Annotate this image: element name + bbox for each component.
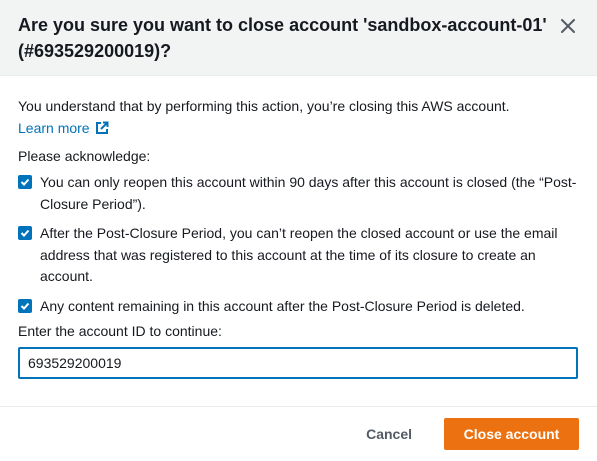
account-id-label: Enter the account ID to continue: xyxy=(18,323,222,339)
cancel-button[interactable]: Cancel xyxy=(346,426,432,442)
account-id-input[interactable] xyxy=(18,347,578,379)
close-icon xyxy=(561,19,575,33)
learn-more-label: Learn more xyxy=(18,120,90,136)
learn-more-link[interactable]: Learn more xyxy=(18,118,109,138)
close-account-modal: Are you sure you want to close account '… xyxy=(0,0,597,461)
acknowledgement-item: You can only reopen this account within … xyxy=(18,172,579,215)
acknowledgement-text: After the Post-Closure Period, you can’t… xyxy=(40,225,558,284)
close-account-button[interactable]: Close account xyxy=(444,418,579,450)
acknowledgement-text: Any content remaining in this account af… xyxy=(40,297,525,314)
modal-body: You understand that by performing this a… xyxy=(0,76,597,379)
checkmark-icon xyxy=(20,229,30,237)
acknowledgement-list: You can only reopen this account within … xyxy=(18,172,579,317)
acknowledge-checkbox-2[interactable] xyxy=(18,226,32,240)
modal-header: Are you sure you want to close account '… xyxy=(0,0,597,76)
close-button[interactable] xyxy=(557,15,579,37)
checkmark-icon xyxy=(20,302,30,310)
external-link-icon xyxy=(95,121,109,134)
acknowledgement-item: After the Post-Closure Period, you can’t… xyxy=(18,223,579,288)
checkmark-icon xyxy=(20,178,30,186)
modal-title: Are you sure you want to close account '… xyxy=(18,15,547,61)
modal-footer: Cancel Close account xyxy=(0,406,597,461)
acknowledge-checkbox-3[interactable] xyxy=(18,298,32,313)
acknowledge-checkbox-1[interactable] xyxy=(18,175,32,189)
acknowledgement-item: Any content remaining in this account af… xyxy=(18,296,579,318)
acknowledgement-text: You can only reopen this account within … xyxy=(40,174,577,212)
intro-text: You understand that by performing this a… xyxy=(18,98,510,114)
acknowledge-heading: Please acknowledge: xyxy=(18,148,151,164)
